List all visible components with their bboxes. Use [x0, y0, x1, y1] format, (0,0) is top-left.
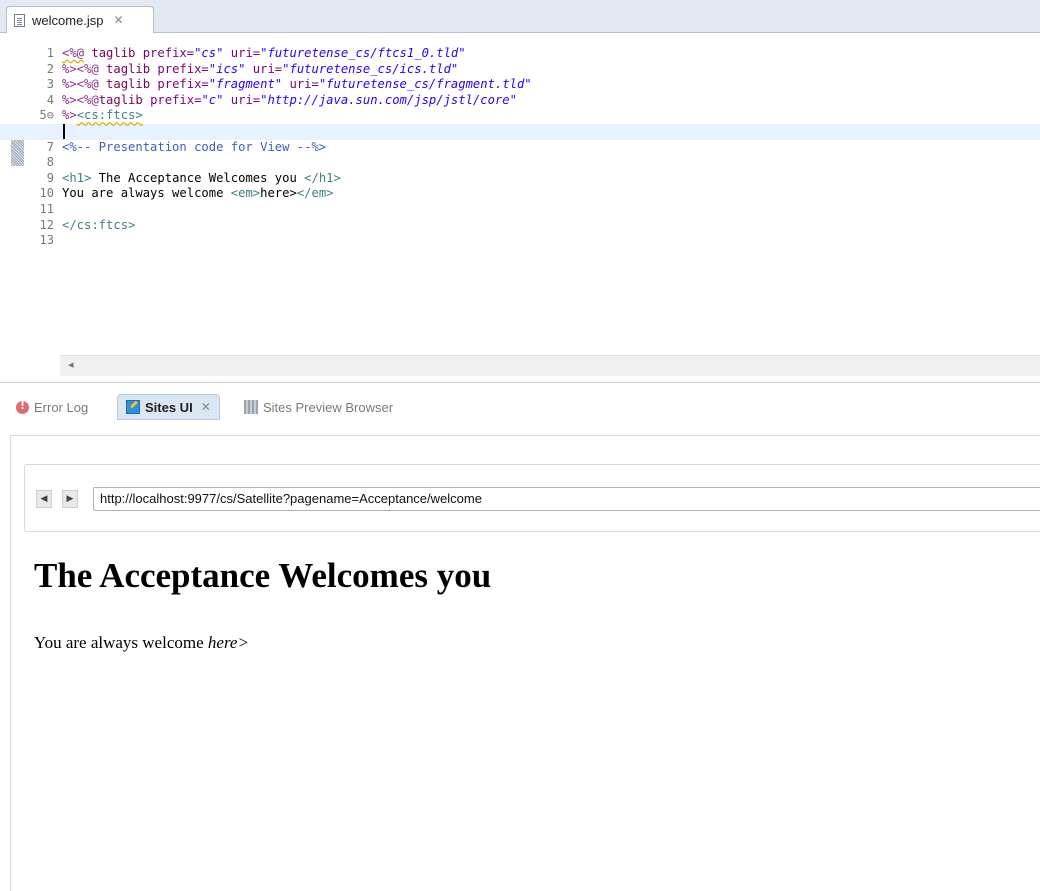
- code-token: uri=: [245, 61, 283, 76]
- tab-sites-ui-label: Sites UI: [145, 399, 193, 415]
- code-token: </h1>: [304, 170, 341, 185]
- code-token: <h1>: [62, 170, 92, 185]
- line-number: 2: [46, 61, 54, 76]
- forward-button[interactable]: ▶: [62, 490, 78, 508]
- code-token: %><%@: [62, 61, 99, 76]
- code-token: "ics": [208, 61, 246, 76]
- code-token: "cs": [194, 46, 224, 60]
- line-number: 11: [39, 201, 54, 216]
- code-line[interactable]: <h1> The Acceptance Welcomes you </h1>: [62, 171, 1040, 187]
- code-token: %><%@: [62, 92, 99, 107]
- code-token: taglib: [84, 46, 143, 60]
- tab-sites-preview-browser-label: Sites Preview Browser: [263, 399, 394, 415]
- views-tab-bar: Error Log Sites UI ✕ Sites Preview Brows…: [0, 383, 1040, 427]
- back-button[interactable]: ◀: [36, 490, 52, 508]
- code-token: taglib: [98, 61, 158, 76]
- scroll-left-icon[interactable]: ◂: [68, 358, 74, 371]
- code-token: "futuretense_cs/ftcs1_0.tld": [260, 46, 466, 60]
- editor-tab-bar: welcome.jsp ✕: [0, 0, 1040, 33]
- code-token: %>: [62, 108, 77, 123]
- code-token: The Acceptance Welcomes you: [91, 170, 305, 185]
- tab-welcome-jsp[interactable]: welcome.jsp ✕: [6, 6, 154, 33]
- preview-browser-icon: [244, 400, 258, 414]
- code-token: "c": [201, 92, 224, 107]
- code-token: prefix=: [157, 61, 209, 76]
- code-line[interactable]: <%-- Presentation code for View --%>: [62, 140, 1040, 156]
- page-heading: The Acceptance Welcomes you: [34, 556, 492, 595]
- code-token: "futuretense_cs/ics.tld": [282, 61, 459, 76]
- horizontal-scrollbar[interactable]: ◂: [60, 355, 1040, 376]
- code-token: <cs:ftcs>: [76, 108, 143, 123]
- code-token: uri=: [223, 92, 261, 107]
- code-token: <%@: [62, 46, 85, 60]
- code-token: here>: [260, 186, 297, 201]
- tab-sites-preview-browser[interactable]: Sites Preview Browser: [240, 396, 393, 418]
- code-token: <em>: [230, 186, 261, 201]
- code-token: "http://java.sun.com/jsp/jstl/core": [260, 92, 517, 107]
- line-number: 12: [39, 217, 54, 232]
- line-number: 7: [46, 139, 54, 154]
- code-lines[interactable]: <%@ taglib prefix="cs" uri="futuretense_…: [0, 46, 1040, 249]
- line-number: 13: [39, 233, 54, 248]
- code-line[interactable]: You are always welcome <em>here></em>: [62, 186, 1040, 202]
- line-number: 3: [46, 77, 54, 92]
- url-input[interactable]: http://localhost:9977/cs/Satellite?pagen…: [93, 487, 1040, 511]
- code-line[interactable]: </cs:ftcs>: [62, 218, 1040, 234]
- code-line[interactable]: [0, 123, 1040, 140]
- tab-error-log[interactable]: Error Log: [12, 396, 88, 418]
- code-token: taglib: [98, 92, 151, 107]
- code-token: prefix=: [150, 92, 202, 107]
- code-token: taglib: [98, 77, 158, 92]
- code-line[interactable]: %><%@taglib prefix="c" uri="http://java.…: [62, 93, 1040, 109]
- code-line[interactable]: [62, 233, 1040, 249]
- paragraph-emphasis: here>: [207, 633, 249, 652]
- sites-ui-icon: [126, 400, 140, 414]
- line-number: 5⊖: [39, 108, 54, 123]
- editor-pane: welcome.jsp ✕ 12345⊖678910111213 <%@ tag…: [0, 0, 1040, 383]
- code-token: uri=: [282, 77, 319, 92]
- line-number: 8: [46, 155, 54, 170]
- code-line[interactable]: [62, 202, 1040, 218]
- code-token: prefix=: [142, 46, 195, 60]
- code-token: </cs:ftcs>: [62, 217, 136, 232]
- line-number-gutter: 12345⊖678910111213: [30, 46, 60, 249]
- code-token: %><%@: [62, 77, 99, 92]
- code-line[interactable]: [62, 155, 1040, 171]
- text-caret: [63, 123, 65, 139]
- code-line[interactable]: %><cs:ftcs>: [62, 108, 1040, 124]
- close-icon[interactable]: ✕: [114, 13, 124, 27]
- close-icon[interactable]: ✕: [201, 400, 211, 414]
- line-number: 10: [39, 186, 54, 201]
- code-line[interactable]: %><%@ taglib prefix="fragment" uri="futu…: [62, 77, 1040, 93]
- line-number: 9: [46, 170, 54, 185]
- error-log-icon: [16, 399, 29, 414]
- tab-error-log-label: Error Log: [34, 399, 89, 415]
- code-line[interactable]: %><%@ taglib prefix="ics" uri="futureten…: [62, 62, 1040, 78]
- code-token: <%-- Presentation code for View --%>: [62, 139, 327, 154]
- paragraph-text: You are always welcome: [34, 633, 208, 652]
- jsp-file-icon: [14, 13, 25, 27]
- code-token: You are always welcome: [62, 186, 231, 201]
- code-token: "fragment": [208, 77, 283, 92]
- overview-ruler: [0, 33, 12, 355]
- code-editor[interactable]: 12345⊖678910111213 <%@ taglib prefix="cs…: [0, 33, 1040, 355]
- code-token: </em>: [296, 186, 334, 201]
- page-paragraph: You are always welcome here>: [34, 633, 249, 653]
- code-token: uri=: [223, 46, 261, 60]
- code-token: prefix=: [157, 77, 209, 92]
- tab-sites-ui[interactable]: Sites UI ✕: [117, 394, 220, 420]
- line-number: 4: [46, 92, 54, 107]
- line-number: 1: [46, 46, 54, 60]
- code-line[interactable]: <%@ taglib prefix="cs" uri="futuretense_…: [62, 46, 1040, 62]
- code-token: "futuretense_cs/fragment.tld": [318, 77, 532, 92]
- tab-label: welcome.jsp: [32, 12, 104, 28]
